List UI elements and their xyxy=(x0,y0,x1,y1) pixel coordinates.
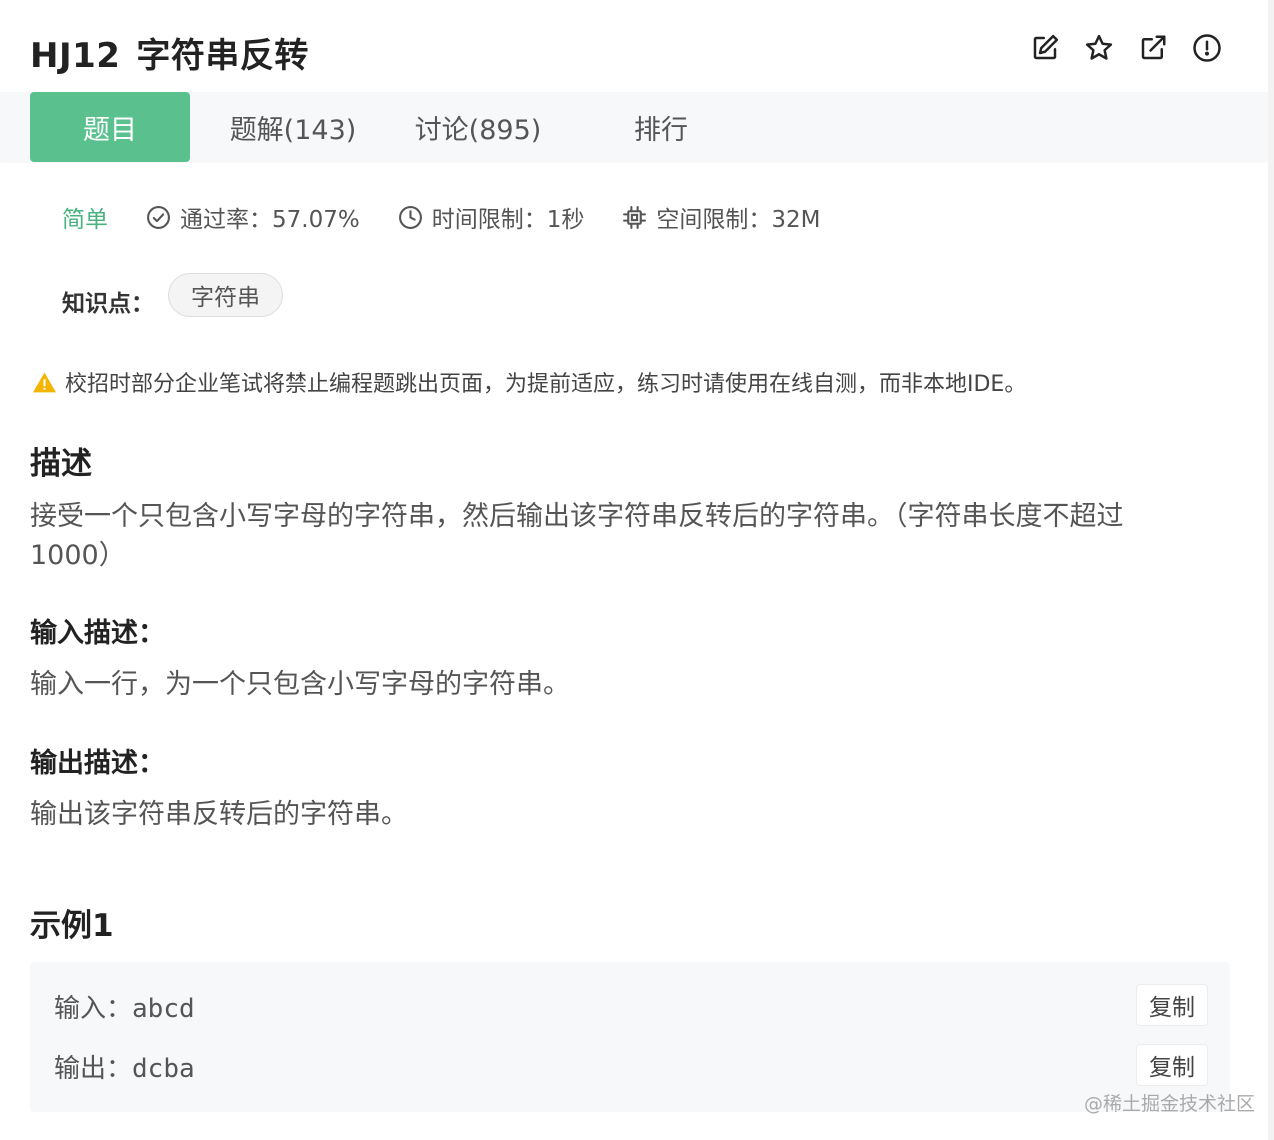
external-link-icon[interactable] xyxy=(1136,30,1169,66)
pass-rate-text: 通过率：57.07% xyxy=(180,207,360,233)
example-output-value: dcba xyxy=(132,1054,195,1084)
warning-notice: 校招时部分企业笔试将禁止编程题跳出页面，为提前适应，练习时请使用在线自测，而非本… xyxy=(32,366,1026,398)
example-heading: 示例1 xyxy=(30,908,114,944)
page-title: HJ12 字符串反转 xyxy=(30,28,309,77)
example-output-label: 输出： xyxy=(54,1054,133,1084)
header-actions xyxy=(1028,30,1223,66)
knowledge-points: 知识点： 字符串 xyxy=(62,272,283,318)
problem-id: HJ12 xyxy=(30,36,121,76)
knowledge-tag[interactable]: 字符串 xyxy=(168,273,283,317)
difficulty-badge: 简单 xyxy=(62,207,108,233)
warning-text: 校招时部分企业笔试将禁止编程题跳出页面，为提前适应，练习时请使用在线自测，而非本… xyxy=(65,372,1027,397)
alert-circle-icon[interactable] xyxy=(1190,30,1223,66)
tab-bar: 题目 题解(143) 讨论(895) 排行 xyxy=(0,92,1268,163)
star-icon[interactable] xyxy=(1082,30,1115,66)
copy-input-button[interactable]: 复制 xyxy=(1136,984,1208,1026)
clock-icon xyxy=(398,205,422,229)
copy-output-button[interactable]: 复制 xyxy=(1136,1044,1208,1086)
example-input-label: 输入： xyxy=(54,994,133,1024)
input-description-heading: 输入描述： xyxy=(30,618,165,649)
description-text: 接受一个只包含小写字母的字符串，然后输出该字符串反转后的字符串。（字符串长度不超… xyxy=(30,501,1124,571)
problem-page: HJ12 字符串反转 题目 题解(143) 讨论(895) 排行 简单 通过率：… xyxy=(0,0,1274,1140)
example-input: 输入：abcd xyxy=(54,988,195,1025)
tab-discussion[interactable]: 讨论(895) xyxy=(405,92,551,162)
space-limit-text: 空间限制：32M xyxy=(656,207,821,233)
output-description-text: 输出该字符串反转后的字符串。 xyxy=(30,799,408,830)
edit-icon[interactable] xyxy=(1028,30,1061,66)
tab-solutions[interactable]: 题解(143) xyxy=(222,92,364,162)
knowledge-label: 知识点： xyxy=(62,291,154,317)
time-limit: 时间限制：1秒 xyxy=(398,200,585,234)
example-output: 输出：dcba xyxy=(54,1048,195,1085)
space-limit: 空间限制：32M xyxy=(622,200,820,234)
check-circle-icon xyxy=(147,205,170,229)
tab-problem[interactable]: 题目 xyxy=(30,92,190,162)
problem-title: 字符串反转 xyxy=(136,36,309,76)
description-heading: 描述 xyxy=(30,446,92,482)
input-description-text: 输入一行，为一个只包含小写字母的字符串。 xyxy=(30,669,570,700)
tab-ranking[interactable]: 排行 xyxy=(625,92,697,162)
time-limit-text: 时间限制：1秒 xyxy=(431,207,585,233)
example-box: 输入：abcd 复制 输出：dcba 复制 xyxy=(30,962,1230,1112)
output-description-heading: 输出描述： xyxy=(30,748,165,779)
chip-icon xyxy=(623,205,647,229)
problem-meta: 简单 通过率：57.07% 时间限制：1秒 空间限制：32M xyxy=(62,200,858,234)
watermark: @稀土掘金技术社区 xyxy=(1084,1093,1256,1115)
warning-icon xyxy=(33,372,56,392)
example-input-value: abcd xyxy=(132,994,195,1024)
scrollbar-track[interactable] xyxy=(1268,0,1274,1140)
pass-rate: 通过率：57.07% xyxy=(146,200,360,234)
